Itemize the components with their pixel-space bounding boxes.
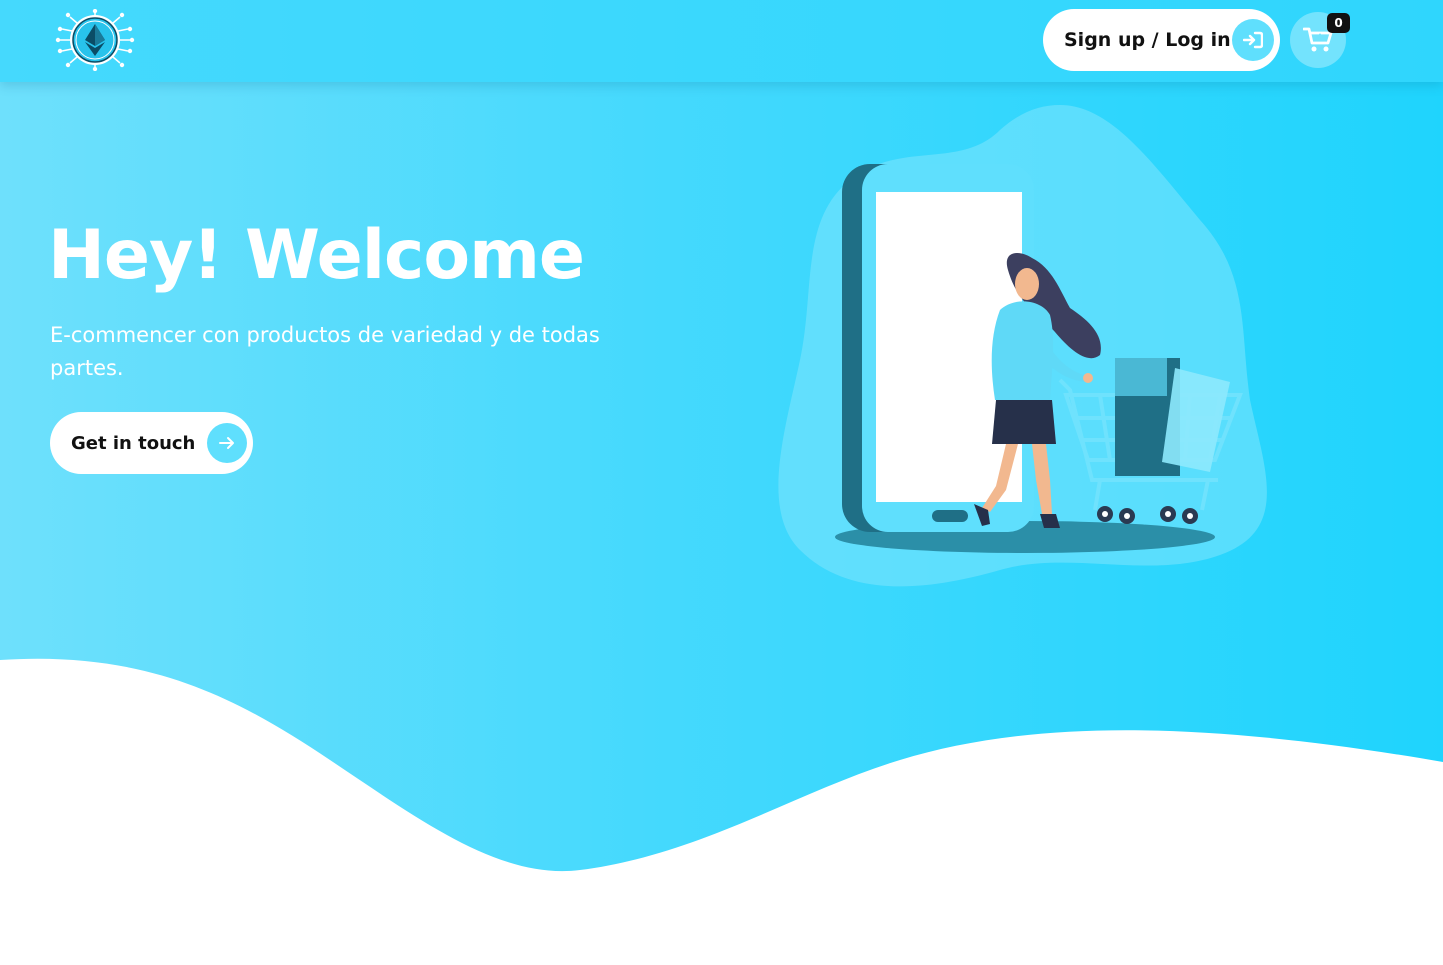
- arrow-right-icon: [207, 423, 247, 463]
- woman-face: [1015, 268, 1039, 300]
- signup-login-button[interactable]: Sign up / Log in: [1043, 9, 1280, 71]
- ethereum-logo-icon: [55, 8, 135, 72]
- hero-title: Hey! Welcome: [48, 216, 585, 295]
- woman-hand: [1083, 373, 1093, 383]
- cart-box-top: [1115, 358, 1167, 396]
- brand-logo[interactable]: [52, 8, 138, 72]
- shopping-illustration: [778, 105, 1267, 587]
- signup-login-label: Sign up / Log in: [1064, 29, 1231, 51]
- sign-in-icon: [1232, 19, 1274, 61]
- woman-skirt: [992, 400, 1056, 444]
- top-navbar: Sign up / Log in 0: [0, 0, 1443, 82]
- hero-subtitle: E-commencer con productos de variedad y …: [50, 323, 600, 380]
- cart-count-badge: 0: [1327, 13, 1350, 33]
- phone-home-button: [932, 510, 968, 522]
- get-in-touch-label: Get in touch: [71, 432, 196, 454]
- get-in-touch-button[interactable]: Get in touch: [50, 412, 253, 474]
